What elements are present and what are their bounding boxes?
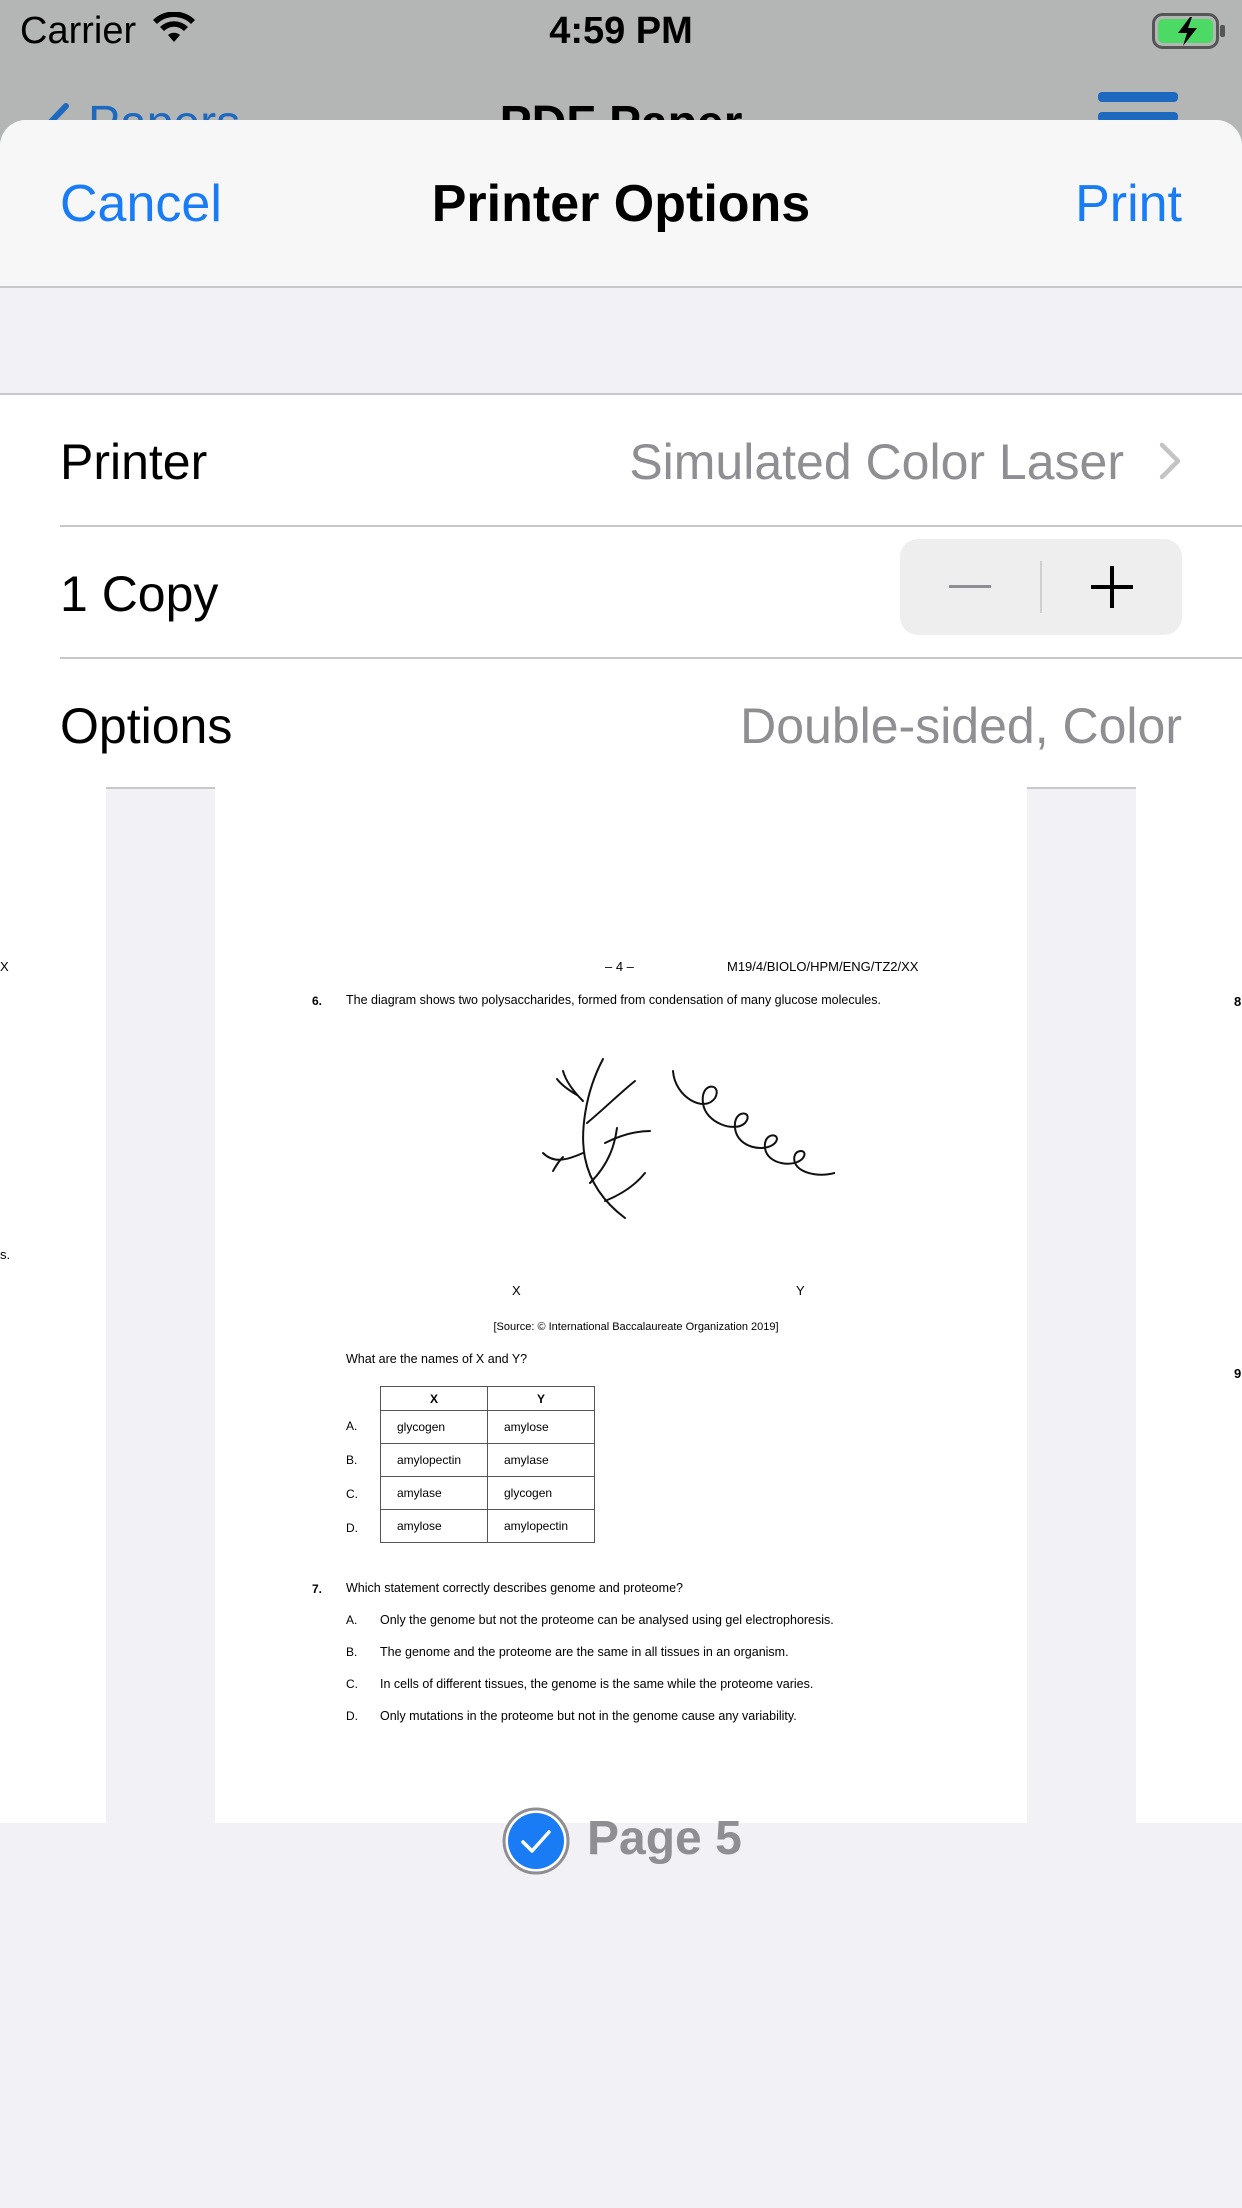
options-value: Double-sided, Color — [740, 698, 1182, 754]
copies-stepper[interactable] — [900, 539, 1182, 635]
table-cell: amylopectin — [487, 1509, 595, 1543]
battery-charging-icon — [1152, 13, 1225, 49]
edge-text: s. — [0, 1247, 11, 1262]
background-nav-bar: Papers PDF Paper — [0, 62, 1242, 122]
table-cell: glycogen — [487, 1476, 595, 1510]
options-label: Options — [60, 698, 233, 754]
settings-group: Printer Simulated Color Laser 1 Copy Opt… — [0, 393, 1242, 789]
polysaccharide-diagram — [542, 1058, 835, 1219]
edge-text: 9 — [1234, 1366, 1242, 1381]
option-letter: D. — [346, 1709, 358, 1723]
option-text: Only the genome but not the proteome can… — [380, 1613, 834, 1627]
minus-icon — [949, 585, 991, 588]
option-letter: D. — [346, 1521, 358, 1535]
sheet-title: Printer Options — [431, 175, 811, 233]
option-letter: C. — [346, 1487, 358, 1501]
diagram-label-y: Y — [796, 1283, 805, 1298]
printer-value: Simulated Color Laser — [629, 434, 1124, 490]
background-nav-title: PDF Paper — [0, 96, 1242, 122]
question-number: 7. — [312, 1582, 323, 1596]
menu-icon — [1098, 92, 1178, 122]
table-row: glycogen amylose — [380, 1410, 595, 1444]
options-row[interactable]: Options Double-sided, Color — [60, 659, 1242, 791]
print-button[interactable]: Print — [1075, 174, 1182, 234]
copies-label: 1 Copy — [60, 566, 219, 622]
decrement-button[interactable] — [900, 539, 1040, 635]
table-cell: amylose — [380, 1509, 488, 1543]
edge-text: X — [0, 959, 9, 974]
printer-row[interactable]: Printer Simulated Color Laser — [60, 395, 1242, 527]
page-number: – 4 – — [605, 959, 634, 974]
option-text: The genome and the proteome are the same… — [380, 1645, 789, 1659]
question-number: 6. — [312, 994, 323, 1008]
question-text: The diagram shows two polysaccharides, f… — [346, 993, 881, 1007]
plus-icon — [1091, 566, 1133, 608]
option-letter: B. — [346, 1453, 358, 1467]
option-text: Only mutations in the proteome but not i… — [380, 1709, 797, 1723]
copies-row: 1 Copy — [60, 527, 1242, 659]
status-bar: Carrier 4:59 PM — [0, 0, 1242, 62]
answer-table: X Y glycogen amylose amylopectin amylase… — [380, 1386, 595, 1543]
checkmark-circle-icon[interactable] — [502, 1807, 570, 1875]
option-letter: A. — [346, 1613, 358, 1627]
printer-label: Printer — [60, 434, 208, 490]
table-cell: amylose — [487, 1410, 595, 1444]
table-cell: amylopectin — [380, 1443, 488, 1477]
chevron-right-icon — [1159, 442, 1181, 480]
table-cell: amylase — [487, 1443, 595, 1477]
table-header-x: X — [380, 1386, 488, 1411]
question-text: Which statement correctly describes geno… — [346, 1581, 683, 1595]
page-label: Page 5 — [587, 1812, 742, 1865]
option-letter: B. — [346, 1645, 358, 1659]
table-cell: glycogen — [380, 1410, 488, 1444]
table-header-y: Y — [487, 1386, 595, 1411]
table-cell: amylase — [380, 1476, 488, 1510]
edge-text: 8 — [1234, 994, 1242, 1009]
previous-page-preview[interactable]: X s. er — [0, 773, 106, 1823]
increment-button[interactable] — [1042, 539, 1182, 635]
question-prompt: What are the names of X and Y? — [346, 1352, 528, 1366]
next-page-preview[interactable]: 8 9 — [1136, 773, 1242, 1823]
table-row: amylopectin amylase — [380, 1443, 595, 1477]
source-citation: [Source: © International Baccalaureate O… — [493, 1321, 779, 1333]
paper-code: M19/4/BIOLO/HPM/ENG/TZ2/XX — [727, 959, 919, 974]
clock: 4:59 PM — [549, 10, 693, 52]
table-row: amylose amylopectin — [380, 1509, 595, 1543]
table-row: amylase glycogen — [380, 1476, 595, 1510]
option-letter: C. — [346, 1677, 358, 1691]
option-text: In cells of different tissues, the genom… — [380, 1677, 814, 1691]
option-letter: A. — [346, 1419, 358, 1433]
sheet-header: Cancel Printer Options Print — [0, 120, 1242, 288]
diagram-label-x: X — [512, 1283, 521, 1298]
page-preview[interactable]: – 4 – M19/4/BIOLO/HPM/ENG/TZ2/XX 6. The … — [215, 773, 1027, 1875]
